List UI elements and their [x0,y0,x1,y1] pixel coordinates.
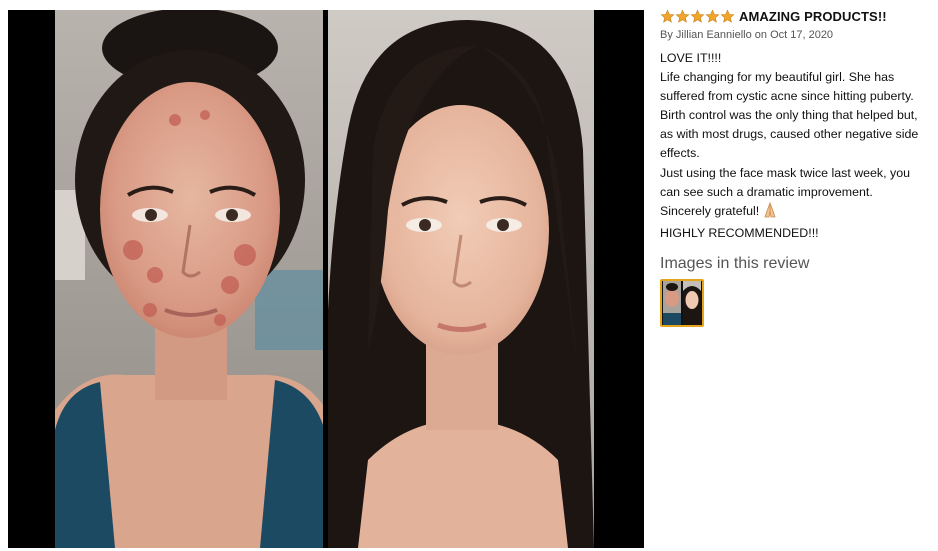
review-line: HIGHLY RECOMMENDED!!! [660,225,819,240]
review-header: AMAZING PRODUCTS!! [660,7,938,25]
star-icon [705,8,720,24]
review-headline: AMAZING PRODUCTS!! [739,8,887,24]
review-line: effects. [660,146,700,161]
review-image-thumbnail[interactable] [660,278,704,327]
star-icon [720,8,735,24]
review-line: LOVE IT!!!! [660,51,722,65]
star-icon [675,8,690,24]
review-line: Birth control was the only thing that he… [660,108,918,123]
review-line: as with most drugs, caused other negativ… [660,127,919,142]
review-byline: By Jillian Eanniello on Oct 17, 2020 [660,29,834,41]
star-icon [660,8,675,24]
review-line: Sincerely grateful! [660,203,760,218]
after-photo [328,10,594,548]
review-photo-collage [8,10,644,548]
review-line-with-emoji: Sincerely grateful! [660,201,938,224]
review-line: can see such a dramatic improvement. [660,184,873,199]
customer-review: AMAZING PRODUCTS!! By Jillian Eanniello … [660,7,938,327]
star-icon [690,8,705,24]
review-line: Life changing for my beautiful girl. She… [660,70,895,85]
review-line: Just using the face mask twice last week… [660,165,910,180]
review-body: LOVE IT!!!! Life changing for my beautif… [660,49,938,243]
star-rating [660,8,735,24]
review-images-heading: Images in this review [660,254,810,272]
review-line: suffered from cystic acne since hitting … [660,89,914,104]
before-photo [55,10,323,548]
folded-hands-icon [762,201,778,224]
